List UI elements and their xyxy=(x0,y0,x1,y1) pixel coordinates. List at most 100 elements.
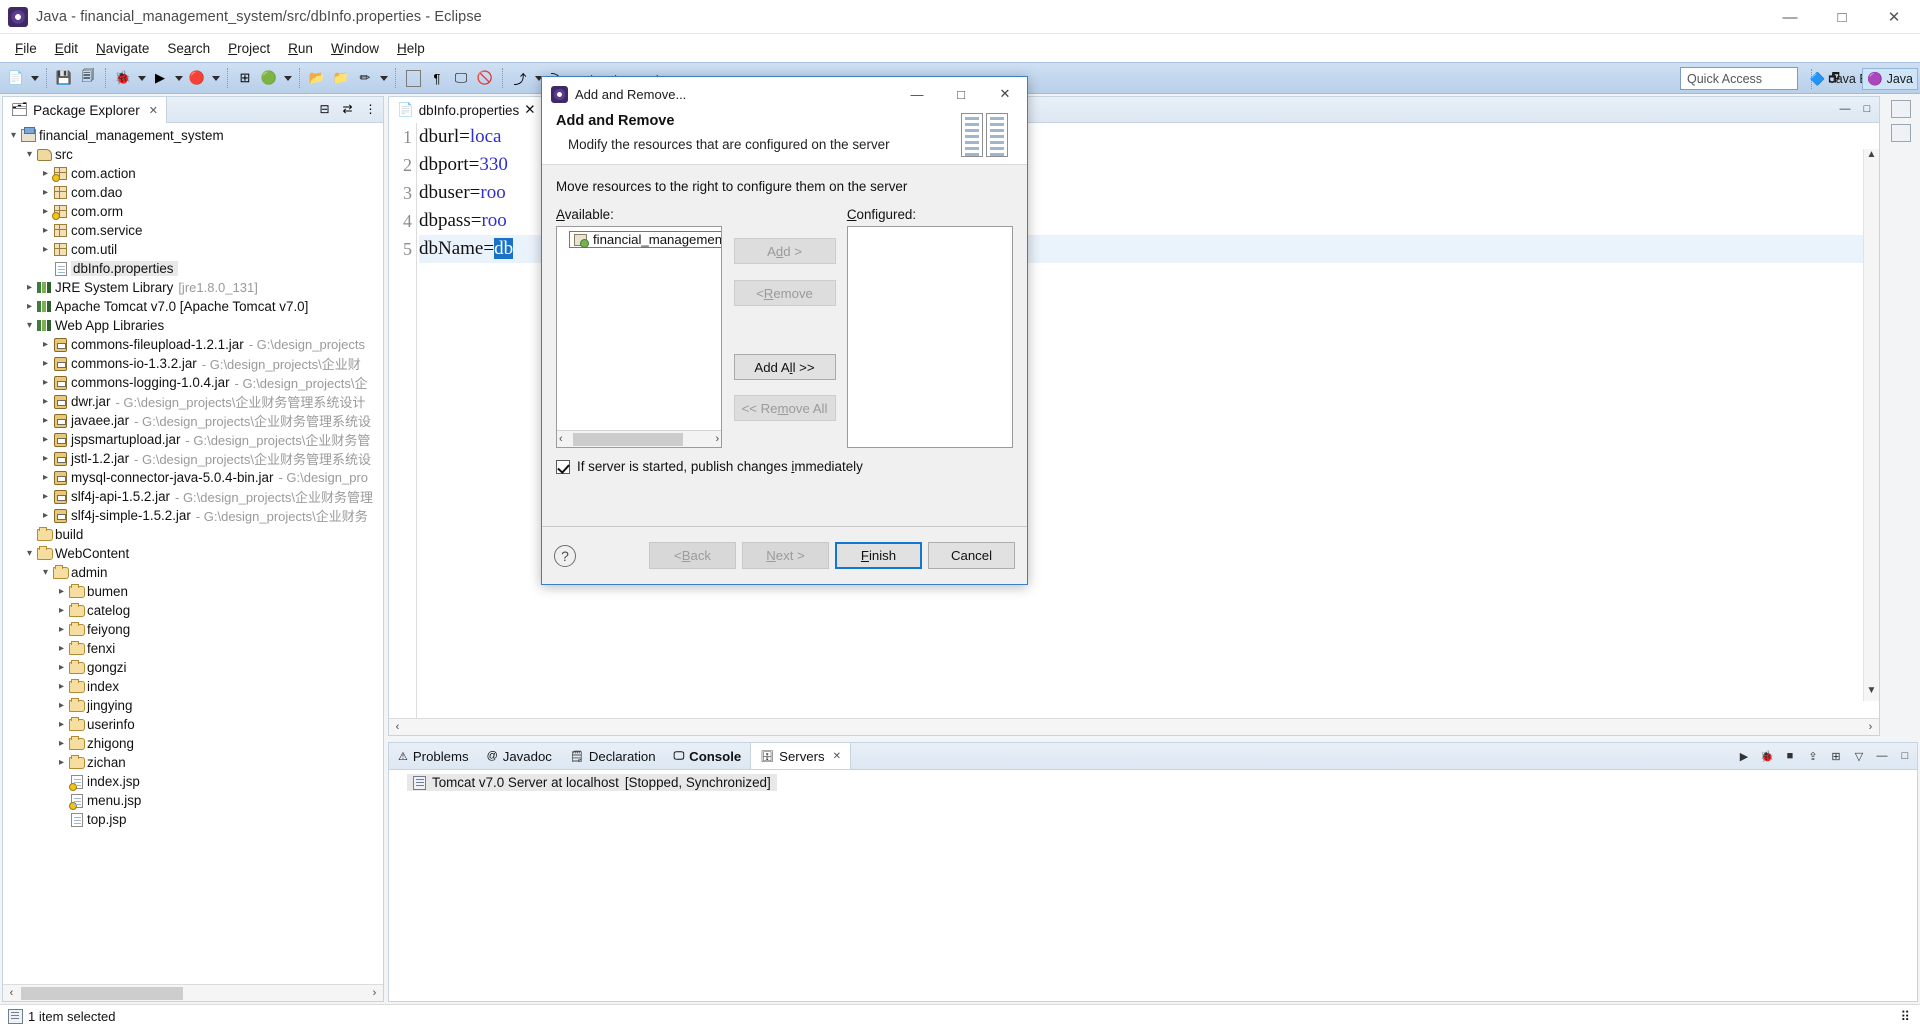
tree-item[interactable]: zhigong xyxy=(3,734,383,753)
perspective-java[interactable]: 🟣 Java xyxy=(1862,68,1918,90)
tree-item[interactable]: catelog xyxy=(3,601,383,620)
link-with-editor-icon[interactable]: ⇄ xyxy=(339,100,356,117)
editor-horizontal-scrollbar[interactable]: ‹ › xyxy=(389,718,1879,735)
remove-button[interactable]: < Remove xyxy=(733,280,836,306)
new-class-icon[interactable]: 🟢 xyxy=(258,67,280,89)
view-menu-icon[interactable]: ⋮ xyxy=(362,100,379,117)
menu-edit[interactable]: Edit xyxy=(46,38,87,59)
tree-item[interactable]: WebContent xyxy=(3,544,383,563)
chevron-right-icon[interactable] xyxy=(55,605,68,616)
tree-item[interactable]: index.jsp xyxy=(3,772,383,791)
publish-icon[interactable]: ⇪ xyxy=(1805,748,1821,764)
scroll-left-icon[interactable]: ‹ xyxy=(389,719,406,736)
view-menu-icon[interactable]: ▽ xyxy=(1851,748,1867,764)
chevron-down-icon[interactable] xyxy=(7,130,20,141)
chevron-right-icon[interactable] xyxy=(39,358,52,369)
tree-item[interactable]: com.action xyxy=(3,164,383,183)
servers-list[interactable]: Tomcat v7.0 Server at localhost [Stopped… xyxy=(389,770,1917,1001)
tab-javadoc[interactable]: @ Javadoc xyxy=(478,743,561,769)
close-icon[interactable]: ✕ xyxy=(833,751,841,762)
menu-search[interactable]: Search xyxy=(158,38,219,59)
available-list-item[interactable]: financial_management_system xyxy=(569,231,722,248)
scroll-left-icon[interactable]: ‹ xyxy=(3,987,20,999)
outline-view-icon[interactable] xyxy=(1891,100,1911,118)
debug-server-icon[interactable]: 🐞 xyxy=(1759,748,1775,764)
stop-server-icon[interactable]: ■ xyxy=(1782,748,1798,764)
task-list-icon[interactable] xyxy=(1891,124,1911,142)
cancel-button[interactable]: Cancel xyxy=(928,542,1015,569)
available-list-scrollbar[interactable]: ‹ › xyxy=(557,430,722,447)
edit-dropdown-arrow-icon[interactable] xyxy=(377,67,390,89)
add-all-button[interactable]: Add All >> xyxy=(733,354,836,380)
tree-item[interactable]: fenxi xyxy=(3,639,383,658)
tree-item[interactable]: build xyxy=(3,525,383,544)
back-button[interactable]: < Back xyxy=(649,542,736,569)
quick-access-input[interactable]: Quick Access xyxy=(1680,67,1798,90)
tree-item[interactable]: top.jsp xyxy=(3,810,383,829)
new-java-package-icon[interactable]: ⊞ xyxy=(234,67,256,89)
chevron-down-icon[interactable] xyxy=(39,567,52,578)
tree-item[interactable]: slf4j-simple-1.5.2.jar - G:\design_projec… xyxy=(3,506,383,525)
new-icon[interactable]: 📄 xyxy=(5,67,27,89)
chevron-right-icon[interactable] xyxy=(39,206,52,217)
tree-item[interactable]: menu.jsp xyxy=(3,791,383,810)
tree-item[interactable]: jingying xyxy=(3,696,383,715)
debug-dropdown-arrow-icon[interactable] xyxy=(135,67,148,89)
tree-item[interactable]: mysql-connector-java-5.0.4-bin.jar - G:\d… xyxy=(3,468,383,487)
add-button[interactable]: Add > xyxy=(733,238,836,264)
scroll-up-icon[interactable]: ▲ xyxy=(1864,149,1879,165)
close-icon[interactable]: ✕ xyxy=(149,104,158,117)
save-all-icon[interactable]: 🗐 xyxy=(77,67,99,89)
tree-item[interactable]: commons-io-1.3.2.jar - G:\design_projects… xyxy=(3,354,383,373)
tree-item[interactable]: financial_management_system xyxy=(3,126,383,145)
chevron-down-icon[interactable] xyxy=(23,320,36,331)
chevron-right-icon[interactable] xyxy=(39,225,52,236)
chevron-right-icon[interactable] xyxy=(55,738,68,749)
scroll-left-icon[interactable]: ‹ xyxy=(559,431,563,447)
chevron-right-icon[interactable] xyxy=(55,643,68,654)
collapse-all-icon[interactable]: ⊟ xyxy=(316,100,333,117)
help-icon[interactable]: ? xyxy=(554,544,576,567)
chevron-right-icon[interactable] xyxy=(55,719,68,730)
dialog-close-button[interactable]: ✕ xyxy=(983,77,1027,111)
project-tree[interactable]: financial_management_systemsrc com.action… xyxy=(3,123,383,984)
scroll-right-icon[interactable]: › xyxy=(716,431,720,447)
tab-problems[interactable]: ⚠ Problems xyxy=(389,743,478,769)
skip-breakpoints-icon[interactable]: 🚫 xyxy=(474,67,496,89)
tab-package-explorer[interactable]: 🗂 Package Explorer ✕ xyxy=(3,97,167,123)
remove-all-button[interactable]: << Re m ove All xyxy=(733,395,836,421)
tree-item[interactable]: admin xyxy=(3,563,383,582)
show-whitespace-icon[interactable]: ¶ xyxy=(426,67,448,89)
server-list-item[interactable]: Tomcat v7.0 Server at localhost [Stopped… xyxy=(407,774,777,791)
tree-item[interactable]: Apache Tomcat v7.0 [Apache Tomcat v7.0] xyxy=(3,297,383,316)
maximize-button[interactable]: □ xyxy=(1816,0,1868,34)
tab-servers[interactable]: 🗄 Servers ✕ xyxy=(750,743,851,769)
save-icon[interactable]: 💾 xyxy=(53,67,75,89)
chevron-right-icon[interactable] xyxy=(55,757,68,768)
chevron-down-icon[interactable] xyxy=(23,548,36,559)
menu-help[interactable]: Help xyxy=(388,38,434,59)
dialog-minimize-button[interactable]: — xyxy=(895,77,939,111)
chevron-right-icon[interactable] xyxy=(39,472,52,483)
next-button[interactable]: Next > xyxy=(742,542,829,569)
tree-item[interactable]: Web App Libraries xyxy=(3,316,383,335)
chevron-right-icon[interactable] xyxy=(39,434,52,445)
scroll-right-icon[interactable]: › xyxy=(1862,719,1879,736)
tree-item[interactable]: com.service xyxy=(3,221,383,240)
close-icon[interactable]: ✕ xyxy=(524,102,535,118)
tree-item[interactable]: com.orm xyxy=(3,202,383,221)
tab-dbinfo-properties[interactable]: 📄 dbInfo.properties ✕ xyxy=(389,97,545,123)
chevron-right-icon[interactable] xyxy=(39,244,52,255)
edit-icon[interactable]: ✏ xyxy=(354,67,376,89)
tab-declaration[interactable]: 🗒 Declaration xyxy=(561,743,665,769)
tab-console[interactable]: 🖵 Console xyxy=(665,743,751,769)
chevron-right-icon[interactable] xyxy=(23,282,36,293)
run-dropdown-arrow-icon[interactable] xyxy=(172,67,185,89)
chevron-right-icon[interactable] xyxy=(39,491,52,502)
dialog-maximize-button[interactable]: □ xyxy=(939,77,983,111)
tree-item[interactable]: zichan xyxy=(3,753,383,772)
tree-item[interactable]: bumen xyxy=(3,582,383,601)
minimize-view-icon[interactable]: — xyxy=(1837,101,1853,117)
chevron-right-icon[interactable] xyxy=(39,339,52,350)
tree-item[interactable]: src xyxy=(3,145,383,164)
